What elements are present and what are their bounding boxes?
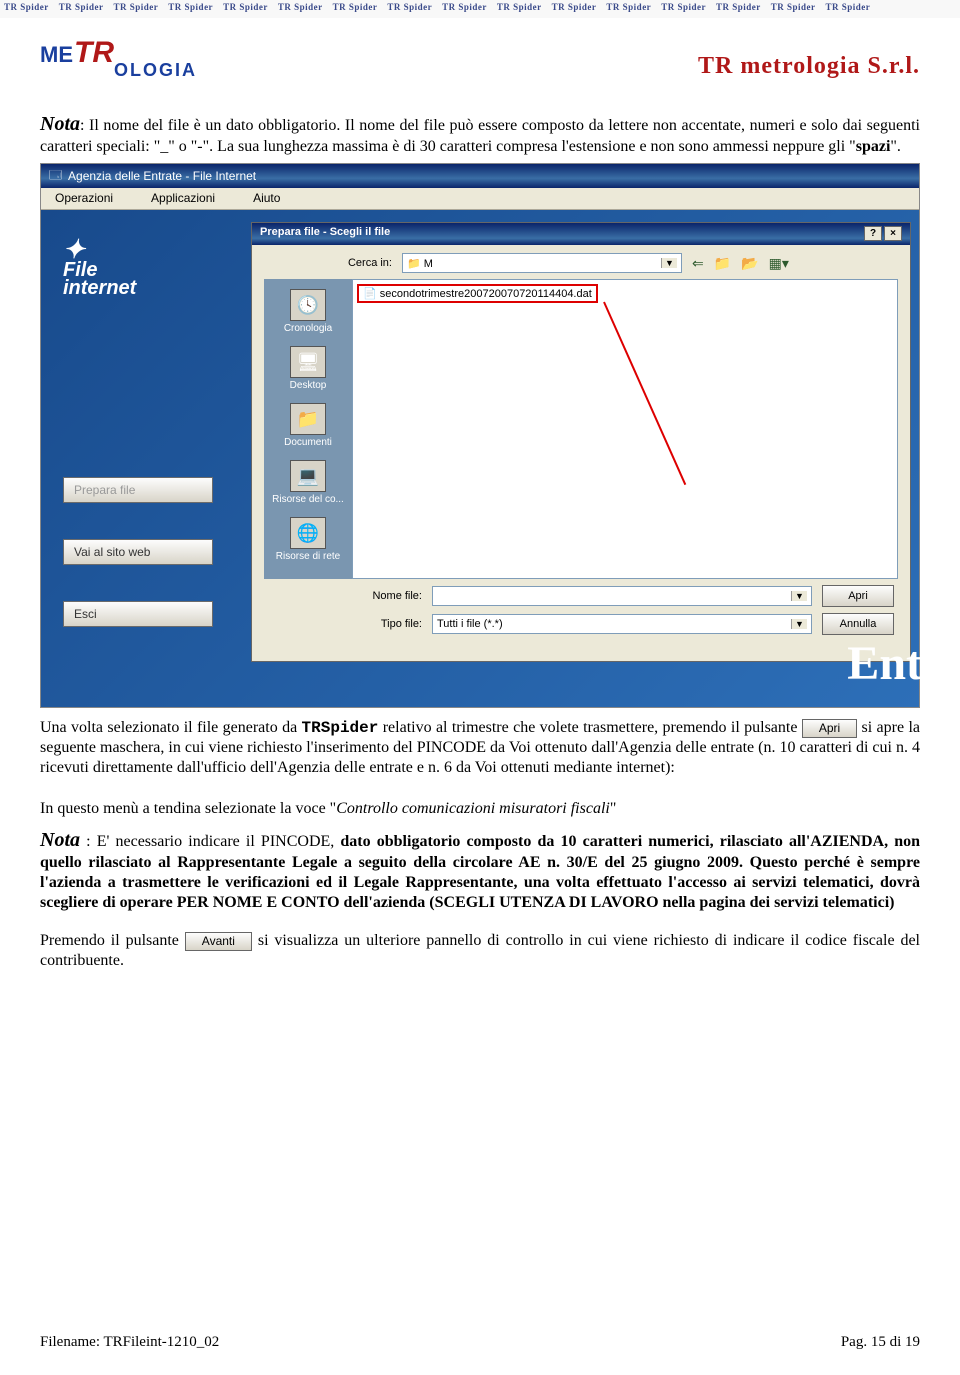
tipo-file-label: Tipo file: xyxy=(352,618,422,630)
file-internet-logo: ✦File internet xyxy=(63,238,213,297)
app-titlebar: 🗔 Agenzia delle Entrate - File Internet xyxy=(41,164,919,188)
computer-icon: 💻 xyxy=(290,460,326,492)
cerca-in-label: Cerca in: xyxy=(336,257,392,269)
background-ent-text: Ent xyxy=(847,636,922,691)
place-desktop[interactable]: 🖥Desktop xyxy=(268,342,348,395)
dialog-title: Prepara file - Scegli il file xyxy=(260,226,390,242)
footer-page: Pag. 15 di 19 xyxy=(841,1334,920,1351)
nome-file-combo[interactable]: ▼ xyxy=(432,586,812,606)
logo: ME TR OLOGIA xyxy=(40,36,220,96)
file-dialog: Prepara file - Scegli il file ? × Cerca … xyxy=(251,222,911,662)
file-list[interactable]: 📄 secondotrimestre200720070720114404.dat xyxy=(352,279,898,579)
nota-label: Nota xyxy=(40,113,80,135)
annulla-button[interactable]: Annulla xyxy=(822,613,894,635)
menu-aiuto[interactable]: Aiuto xyxy=(253,191,280,206)
esci-button[interactable]: Esci xyxy=(63,601,213,627)
app-menubar: Operazioni Applicazioni Aiuto xyxy=(41,188,919,210)
tipo-file-combo[interactable]: Tutti i file (*.*)▼ xyxy=(432,614,812,634)
app-icon: 🗔 xyxy=(49,166,62,187)
new-folder-icon[interactable]: 📂 xyxy=(741,255,758,272)
place-cronologia[interactable]: 🕓Cronologia xyxy=(268,285,348,338)
place-risorse-rete[interactable]: 🌐Risorse di rete xyxy=(268,513,348,566)
desktop-icon: 🖥 xyxy=(290,346,326,378)
help-button[interactable]: ? xyxy=(864,226,882,241)
nome-file-label: Nome file: xyxy=(352,590,422,602)
back-icon[interactable]: ⇐ xyxy=(692,255,704,272)
chevron-down-icon[interactable]: ▼ xyxy=(791,619,807,629)
paragraph-3: Premendo il pulsante Avanti si visualizz… xyxy=(40,931,920,971)
nav-icons: ⇐ 📁 📂 ▦▾ xyxy=(692,255,789,272)
apri-button[interactable]: Apri xyxy=(822,585,894,607)
vai-al-sito-button[interactable]: Vai al sito web xyxy=(63,539,213,565)
network-icon: 🌐 xyxy=(290,517,326,549)
history-icon: 🕓 xyxy=(290,289,326,321)
place-risorse-computer[interactable]: 💻Risorse del co... xyxy=(268,456,348,509)
places-bar: 🕓Cronologia 🖥Desktop 📁Documenti 💻Risorse… xyxy=(264,279,352,579)
chevron-down-icon[interactable]: ▼ xyxy=(791,591,807,601)
prepara-file-button[interactable]: Prepara file xyxy=(63,477,213,503)
annotation-line xyxy=(603,302,686,486)
footer: Filename: TRFileint-1210_02 Pag. 15 di 1… xyxy=(40,1334,920,1351)
nota-paragraph-2: Nota : E' necessario indicare il PINCODE… xyxy=(40,828,920,913)
paragraph-2: Una volta selezionato il file generato d… xyxy=(40,718,920,778)
watermark-bar: TR SpiderTR SpiderTR SpiderTR SpiderTR S… xyxy=(0,0,960,18)
nota-paragraph-1: Nota: Il nome del file è un dato obbliga… xyxy=(40,112,920,157)
documents-icon: 📁 xyxy=(290,403,326,435)
app-title: Agenzia delle Entrate - File Internet xyxy=(68,169,256,183)
company-header: TR metrologia S.r.l. xyxy=(698,53,920,80)
place-documenti[interactable]: 📁Documenti xyxy=(268,399,348,452)
nota-label-2: Nota xyxy=(40,829,80,851)
menu-instruction: In questo menù a tendina selezionate la … xyxy=(40,800,920,818)
view-icon[interactable]: ▦▾ xyxy=(769,255,789,272)
menu-applicazioni[interactable]: Applicazioni xyxy=(151,191,215,206)
chevron-down-icon[interactable]: ▼ xyxy=(661,258,677,268)
inline-avanti-button: Avanti xyxy=(185,932,252,951)
up-folder-icon[interactable]: 📁 xyxy=(714,255,731,272)
footer-filename: Filename: TRFileint-1210_02 xyxy=(40,1334,219,1351)
inline-apri-button: Apri xyxy=(802,719,857,738)
application-screenshot: 🗔 Agenzia delle Entrate - File Internet … xyxy=(40,163,920,708)
file-entry[interactable]: 📄 secondotrimestre200720070720114404.dat xyxy=(357,284,598,303)
cerca-in-combo[interactable]: 📁 M▼ xyxy=(402,253,682,273)
close-button[interactable]: × xyxy=(884,226,902,241)
menu-operazioni[interactable]: Operazioni xyxy=(55,191,113,206)
